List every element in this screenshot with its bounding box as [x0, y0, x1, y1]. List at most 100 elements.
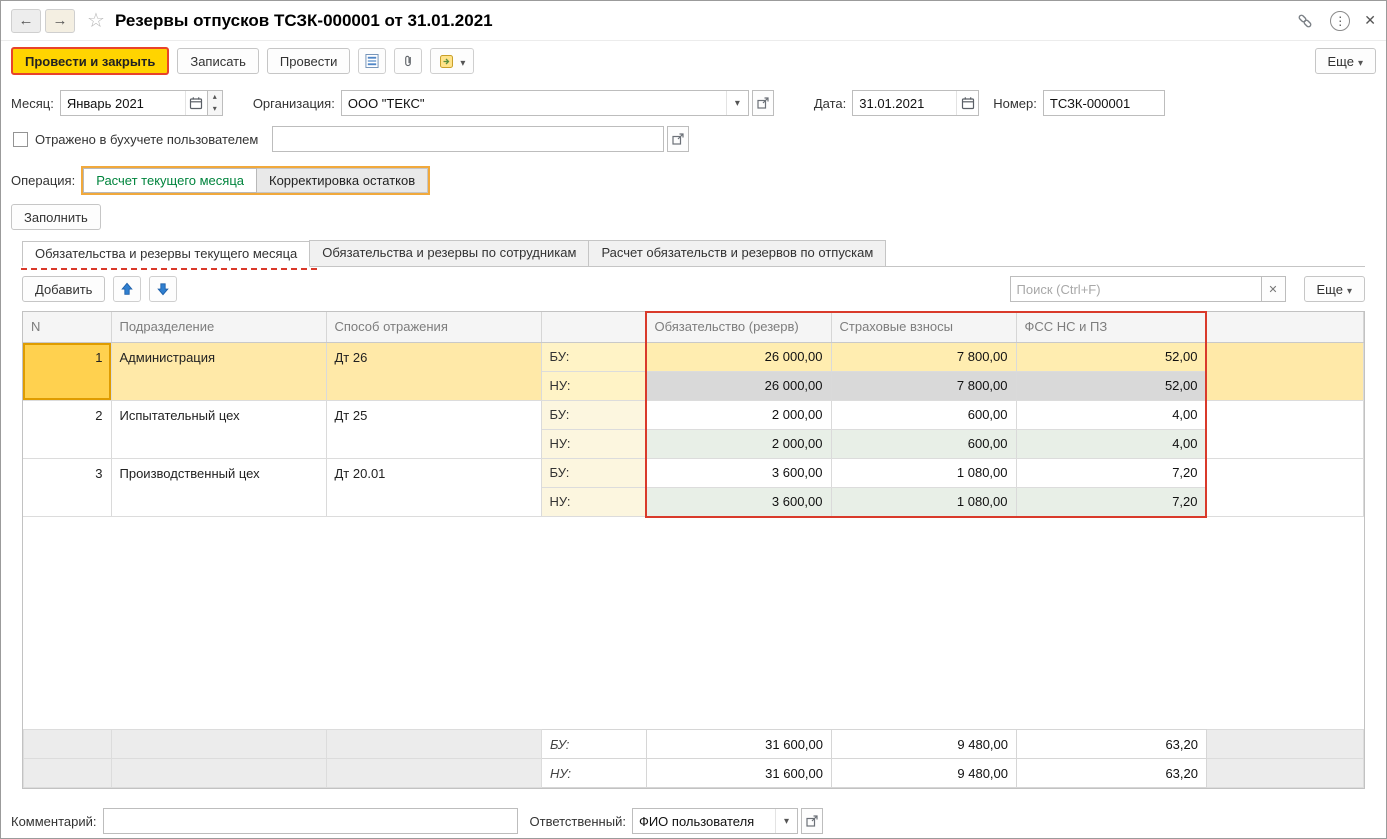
postings-report-icon[interactable] — [358, 48, 387, 74]
close-icon[interactable]: ✕ — [1364, 12, 1376, 29]
month-spinner[interactable] — [207, 90, 223, 116]
post-and-close-button[interactable]: Провести и закрыть — [11, 47, 170, 75]
forward-button[interactable]: → — [45, 8, 75, 33]
cell-department[interactable]: Администрация — [111, 342, 327, 401]
table-row: 3 Производственный цех Дт 20.01 БУ: 3 60… — [23, 458, 1364, 517]
tab-employee-liabilities[interactable]: Обязательства и резервы по сотрудникам — [309, 240, 590, 266]
spinner-up-icon[interactable] — [208, 91, 222, 103]
tab-vacation-reserve-calc[interactable]: Расчет обязательств и резервов по отпуск… — [588, 240, 887, 266]
organization-dropdown-icon[interactable]: ▾ — [725, 91, 748, 115]
col-header-accounting-kind[interactable] — [541, 312, 647, 343]
cell-row-number[interactable]: 2 — [23, 400, 112, 459]
cell-insurance-bu[interactable]: 600,00 — [831, 400, 1017, 430]
table-row: 1 Администрация Дт 26 БУ: 26 000,00 7 80… — [23, 342, 1364, 401]
tab-bar: Обязательства и резервы текущего месяца … — [20, 240, 1365, 270]
cell-fss-bu[interactable]: 4,00 — [1016, 400, 1207, 430]
col-header-method[interactable]: Способ отражения — [326, 312, 542, 343]
cell-department[interactable]: Испытательный цех — [111, 400, 327, 459]
cell-method[interactable]: Дт 25 — [326, 400, 542, 459]
col-header-liability[interactable]: Обязательство (резерв) — [646, 312, 832, 343]
back-button[interactable]: ← — [11, 8, 41, 33]
chevron-down-icon — [456, 54, 465, 69]
fill-row: Заполнить — [11, 204, 1376, 230]
cell-fss-nu[interactable]: 4,00 — [1016, 429, 1207, 459]
cell-fss-bu[interactable]: 7,20 — [1016, 458, 1207, 488]
cell-row-number[interactable]: 1 — [23, 342, 112, 401]
post-button[interactable]: Провести — [266, 48, 351, 74]
cell-tail[interactable] — [1206, 342, 1364, 401]
cell-liability-nu[interactable]: 26 000,00 — [646, 371, 832, 401]
attachments-paperclip-icon[interactable] — [394, 48, 423, 74]
reflected-user-open-button[interactable] — [667, 126, 690, 152]
cell-liability-nu[interactable]: 3 600,00 — [646, 487, 832, 517]
link-icon[interactable] — [1294, 10, 1316, 32]
comment-input[interactable] — [103, 810, 517, 832]
month-field — [59, 90, 208, 116]
cell-fss-nu[interactable]: 52,00 — [1016, 371, 1207, 401]
responsible-input[interactable] — [632, 810, 775, 832]
spinner-down-icon[interactable] — [208, 103, 222, 115]
totals-row-nu: НУ: 31 600,00 9 480,00 63,20 — [23, 758, 1364, 788]
fill-button[interactable]: Заполнить — [11, 204, 101, 230]
cell-row-number[interactable]: 3 — [23, 458, 112, 517]
titlebar: ← → ☆ Резервы отпусков ТСЗК-000001 от 31… — [1, 1, 1386, 41]
table-more-button[interactable]: Еще — [1303, 276, 1365, 302]
move-down-icon[interactable] — [149, 276, 178, 302]
cell-insurance-nu[interactable]: 600,00 — [831, 429, 1017, 459]
search-input[interactable] — [1010, 278, 1261, 300]
cell-liability-bu[interactable]: 26 000,00 — [646, 342, 832, 372]
more-menu-icon[interactable]: ⋮ — [1330, 10, 1351, 31]
save-button[interactable]: Записать — [177, 48, 259, 74]
cell-department[interactable]: Производственный цех — [111, 458, 327, 517]
cell-nu-label: НУ: — [541, 487, 647, 517]
col-header-empty[interactable] — [1206, 312, 1364, 343]
reflected-checkbox[interactable] — [13, 131, 28, 147]
date-input[interactable] — [853, 92, 957, 114]
totals-liability-bu: 31 600,00 — [646, 729, 832, 759]
month-input[interactable] — [60, 92, 185, 114]
search-clear-icon[interactable]: ✕ — [1261, 276, 1286, 302]
tab-current-month-liabilities[interactable]: Обязательства и резервы текущего месяца — [20, 241, 318, 270]
cell-liability-bu[interactable]: 3 600,00 — [646, 458, 832, 488]
cell-insurance-nu[interactable]: 1 080,00 — [831, 487, 1017, 517]
move-up-icon[interactable] — [113, 276, 142, 302]
cell-tail[interactable] — [1206, 400, 1364, 459]
operation-balance-correction[interactable]: Корректировка остатков — [257, 168, 429, 193]
col-header-n[interactable]: N — [23, 312, 112, 343]
calendar-icon[interactable] — [184, 91, 207, 115]
cell-method[interactable]: Дт 20.01 — [326, 458, 542, 517]
date-field — [852, 90, 980, 116]
cell-insurance-nu[interactable]: 7 800,00 — [831, 371, 1017, 401]
cell-tail[interactable] — [1206, 458, 1364, 517]
reflected-user-input[interactable] — [273, 128, 664, 150]
add-row-button[interactable]: Добавить — [22, 276, 106, 302]
calendar-icon[interactable] — [956, 91, 979, 115]
col-header-department[interactable]: Подразделение — [111, 312, 327, 343]
operation-current-month[interactable]: Расчет текущего месяца — [83, 168, 257, 193]
number-input[interactable] — [1043, 92, 1164, 114]
cell-liability-bu[interactable]: 2 000,00 — [646, 400, 832, 430]
cell-nu-label: НУ: — [541, 429, 647, 459]
header-fields-row: Месяц: Организация: ▾ Дата: — [11, 90, 1376, 116]
page-title: Резервы отпусков ТСЗК-000001 от 31.01.20… — [114, 10, 493, 30]
organization-input[interactable] — [341, 92, 726, 114]
responsible-dropdown-icon[interactable]: ▾ — [774, 809, 797, 833]
chevron-down-icon — [1354, 54, 1363, 69]
create-based-on-icon[interactable] — [430, 48, 475, 74]
responsible-open-button[interactable] — [800, 808, 823, 834]
search-field — [1009, 276, 1262, 302]
favorite-star-icon[interactable]: ☆ — [87, 8, 105, 33]
cell-fss-nu[interactable]: 7,20 — [1016, 487, 1207, 517]
cell-insurance-bu[interactable]: 7 800,00 — [831, 342, 1017, 372]
col-header-fss[interactable]: ФСС НС и ПЗ — [1016, 312, 1207, 343]
toolbar-more-button[interactable]: Еще — [1314, 48, 1376, 74]
cell-fss-bu[interactable]: 52,00 — [1016, 342, 1207, 372]
col-header-insurance[interactable]: Страховые взносы — [831, 312, 1017, 343]
totals-row-bu: БУ: 31 600,00 9 480,00 63,20 — [23, 729, 1364, 759]
organization-open-button[interactable] — [751, 90, 774, 116]
cell-liability-nu[interactable]: 2 000,00 — [646, 429, 832, 459]
document-window: ← → ☆ Резервы отпусков ТСЗК-000001 от 31… — [0, 0, 1387, 839]
cell-method[interactable]: Дт 26 — [326, 342, 542, 401]
cell-insurance-bu[interactable]: 1 080,00 — [831, 458, 1017, 488]
number-field — [1042, 90, 1165, 116]
